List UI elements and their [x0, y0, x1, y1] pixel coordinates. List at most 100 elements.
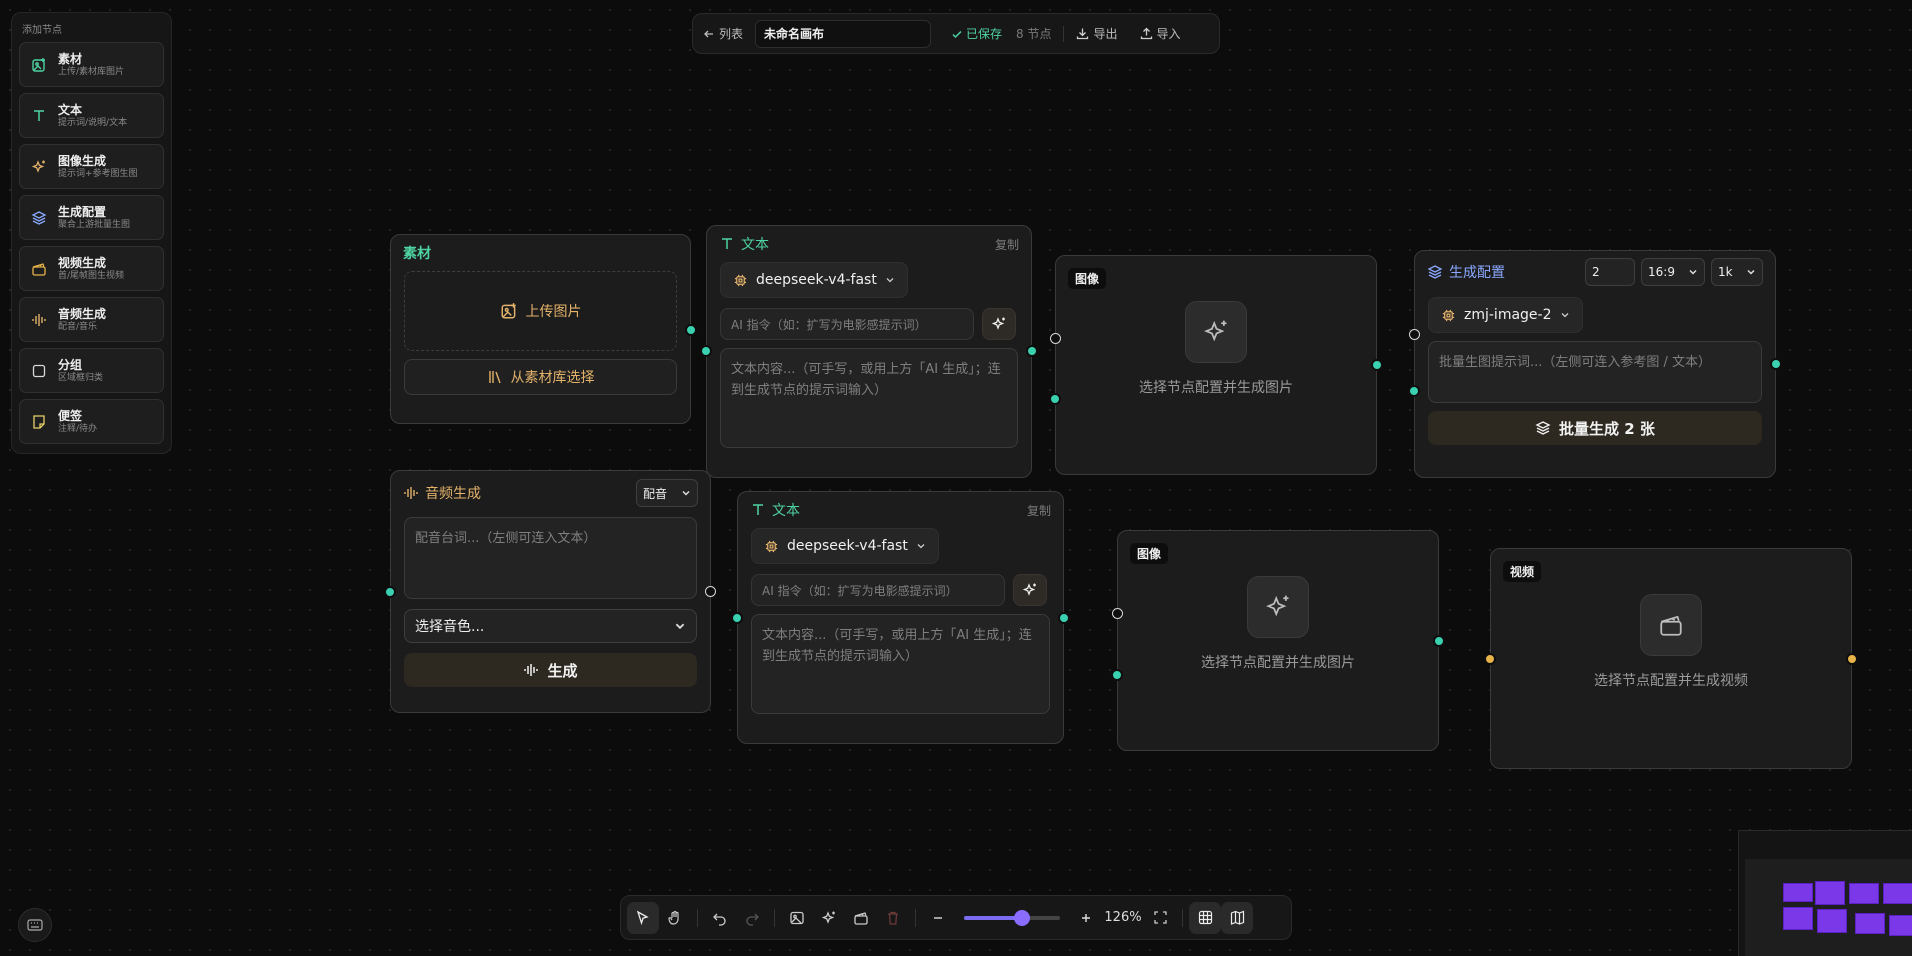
minimap-toggle[interactable]: [1221, 901, 1253, 934]
frame-input-port[interactable]: [1484, 653, 1496, 665]
audio-gen-node[interactable]: 音频生成 配音 配音台词...（左侧可连入文本） 选择音色... 生成: [384, 470, 716, 713]
palette-item-video-gen[interactable]: 视频生成 首/尾帧图生视频: [19, 246, 164, 291]
output-port[interactable]: [1846, 653, 1858, 665]
palette-item-label: 视频生成: [58, 255, 107, 270]
text-content-area[interactable]: 文本内容...（可手写，或用上方「AI 生成」；连到生成节点的提示词输入）: [720, 348, 1018, 448]
text-content-area[interactable]: 文本内容...（可手写，或用上方「AI 生成」；连到生成节点的提示词输入）: [751, 614, 1050, 714]
node-header[interactable]: 文本 复制: [738, 492, 1063, 528]
zoom-in-button[interactable]: [1070, 902, 1102, 934]
input-port[interactable]: [384, 586, 396, 598]
text-node[interactable]: 文本 复制 deepseek-v4-fast AI 指令（如：扩写为电影感提示词…: [700, 225, 1038, 478]
reference-input-port[interactable]: [1112, 608, 1123, 619]
chip-icon: [764, 539, 779, 554]
chevron-down-icon: [681, 488, 691, 498]
node-header[interactable]: 生成配置 2 16:9 1k: [1415, 251, 1775, 293]
grid-icon: [1198, 910, 1213, 925]
node-title: 音频生成: [425, 486, 481, 502]
prompt-input-port[interactable]: [1111, 669, 1123, 681]
voice-select[interactable]: 选择音色...: [404, 609, 697, 643]
palette-item-note[interactable]: 便签 注释/待办: [19, 399, 164, 444]
input-port[interactable]: [700, 345, 712, 357]
text-node[interactable]: 文本 复制 deepseek-v4-fast AI 指令（如：扩写为电影感提示词…: [731, 491, 1070, 744]
output-port[interactable]: [1371, 359, 1383, 371]
add-video-button[interactable]: [845, 902, 877, 934]
image-gen-node[interactable]: 图像 选择节点配置并生成图片: [1049, 255, 1383, 475]
output-port[interactable]: [1026, 345, 1038, 357]
ai-instruction-input[interactable]: AI 指令（如：扩写为电影感提示词）: [751, 574, 1005, 606]
palette-title: 添加节点: [22, 25, 62, 36]
count-input[interactable]: 2: [1585, 258, 1635, 286]
batch-generate-button[interactable]: 批量生成 2 张: [1428, 411, 1762, 445]
library-select-button[interactable]: 从素材库选择: [404, 359, 677, 395]
map-icon: [1230, 910, 1245, 925]
audio-generate-button[interactable]: 生成: [404, 653, 697, 687]
output-port[interactable]: [1433, 635, 1445, 647]
image-gen-node[interactable]: 图像 选择节点配置并生成图片: [1111, 530, 1445, 751]
sticky-note-icon: [28, 414, 50, 430]
zoom-slider-knob[interactable]: [1013, 909, 1030, 926]
grid-toggle[interactable]: [1189, 901, 1221, 934]
node-header[interactable]: 素材: [391, 235, 690, 271]
reference-input-port[interactable]: [1409, 329, 1420, 340]
output-port[interactable]: [705, 586, 716, 597]
canvas-name-input[interactable]: 未命名画布: [755, 19, 932, 48]
undo-button[interactable]: [704, 902, 736, 934]
palette-item-material[interactable]: 素材 上传/素材库图片: [19, 42, 164, 87]
copy-button[interactable]: 复制: [995, 236, 1019, 253]
pan-tool[interactable]: [659, 902, 691, 934]
model-select[interactable]: zmj-image-2: [1428, 297, 1583, 333]
audio-mode-select[interactable]: 配音: [636, 479, 698, 507]
add-image-button[interactable]: [781, 902, 813, 934]
model-select[interactable]: deepseek-v4-fast: [720, 262, 908, 298]
minimap-node: [1817, 909, 1847, 933]
generation-config-node[interactable]: 生成配置 2 16:9 1k zmj-image-2 批量生图提示词...（左侧…: [1408, 250, 1782, 478]
palette-item-text[interactable]: 文本 提示词/说明/文本: [19, 93, 164, 138]
fit-view-button[interactable]: [1144, 902, 1176, 934]
ai-generate-button[interactable]: [982, 308, 1016, 340]
redo-button[interactable]: [736, 902, 768, 934]
keyboard-icon: [27, 919, 43, 931]
output-port[interactable]: [1770, 358, 1782, 370]
back-to-list-button[interactable]: 列表: [703, 25, 743, 42]
input-port[interactable]: [731, 612, 743, 624]
reference-input-port[interactable]: [1050, 333, 1061, 344]
ai-instruction-input[interactable]: AI 指令（如：扩写为电影感提示词）: [720, 308, 974, 340]
palette-item-image-gen[interactable]: 图像生成 提示词+参考图生图: [19, 144, 164, 189]
palette-item-config[interactable]: 生成配置 聚合上游批量生图: [19, 195, 164, 240]
library-label: 从素材库选择: [510, 370, 595, 386]
add-image-gen-button[interactable]: [813, 902, 845, 934]
palette-item-label: 便签: [58, 408, 83, 423]
minimap[interactable]: [1738, 830, 1912, 956]
voice-script-area[interactable]: 配音台词...（左侧可连入文本）: [404, 517, 697, 599]
palette-item-audio-gen[interactable]: 音频生成 配音/音乐: [19, 297, 164, 342]
ai-generate-button[interactable]: [1013, 574, 1047, 606]
palette-item-label: 音频生成: [58, 306, 107, 321]
ratio-select[interactable]: 16:9: [1641, 258, 1705, 286]
batch-prompt-area[interactable]: 批量生图提示词...（左侧可连入参考图 / 文本）: [1428, 341, 1762, 403]
plus-icon: [1079, 911, 1093, 925]
import-button[interactable]: 导入: [1140, 25, 1181, 42]
video-gen-node[interactable]: 视频 选择节点配置并生成视频: [1484, 548, 1858, 769]
resolution-select[interactable]: 1k: [1711, 258, 1763, 286]
material-node[interactable]: 素材 上传图片 从素材库选择: [390, 234, 697, 424]
empty-hint: 选择节点配置并生成图片: [1201, 655, 1355, 671]
keyboard-shortcuts-button[interactable]: [18, 908, 52, 942]
model-select[interactable]: deepseek-v4-fast: [751, 528, 939, 564]
output-port[interactable]: [685, 324, 697, 336]
select-tool[interactable]: [627, 901, 659, 934]
prompt-input-port[interactable]: [1408, 385, 1420, 397]
node-header[interactable]: 音频生成 配音: [391, 471, 710, 515]
upload-image-area[interactable]: 上传图片: [404, 271, 677, 351]
output-port[interactable]: [1058, 612, 1070, 624]
prompt-input-port[interactable]: [1049, 393, 1061, 405]
palette-item-group[interactable]: 分组 区域框归类: [19, 348, 164, 393]
minimap-viewport[interactable]: [1745, 859, 1912, 956]
export-button[interactable]: 导出: [1076, 25, 1118, 42]
delete-button[interactable]: [877, 902, 909, 934]
zoom-slider[interactable]: [964, 909, 1060, 926]
layers-icon: [28, 210, 50, 226]
minimap-node: [1855, 913, 1885, 934]
copy-button[interactable]: 复制: [1027, 502, 1051, 519]
zoom-out-button[interactable]: [922, 902, 954, 934]
node-header[interactable]: 文本 复制: [707, 226, 1031, 262]
